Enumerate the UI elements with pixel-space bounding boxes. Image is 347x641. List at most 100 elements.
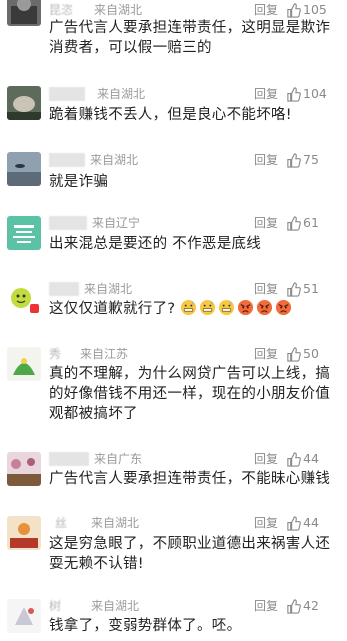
comment-item: 树 来自湖北 回复 42 钱拿了，变弱势群体了。呸。 (0, 596, 347, 641)
comment-item: 来自湖北 回复 104 跪着赚钱不丢人，但是良心不能坏咯! (0, 84, 347, 134)
comment-item: 来自湖北 回复 51 这仅仅道歉就行了? (0, 279, 347, 334)
like-count: 61 (303, 215, 319, 230)
thumbs-up-icon[interactable] (286, 3, 301, 18)
grimace-emoji (218, 299, 235, 316)
username[interactable]: 秀 (49, 347, 75, 361)
username[interactable] (49, 87, 85, 101)
user-avatar[interactable] (7, 516, 41, 550)
comment-line: 的好像借钱不用还一样，现在的小朋友价值 (49, 386, 331, 402)
comment-meta: 来自湖北 回复 75 (49, 152, 339, 170)
thumbs-up-icon[interactable] (286, 599, 301, 614)
username[interactable]: 丝 (49, 516, 91, 530)
location-label: 来自湖北 (91, 599, 140, 613)
grimace-emoji (199, 299, 216, 316)
reply-button[interactable]: 回复 (254, 451, 278, 467)
like-count: 104 (303, 86, 327, 101)
thumbs-up-icon[interactable] (286, 516, 301, 531)
comment-line: 广告代言人要承担连带责任，不能昧心赚钱 (49, 471, 331, 487)
comment-meta: 秀 来自江苏 回复 50 (49, 346, 339, 364)
like-count: 105 (303, 2, 327, 17)
comment-line: 这是穷急眼了，不顾职业道德出来祸害人还 (49, 536, 331, 552)
like-count: 44 (303, 515, 319, 530)
comment-line: 广告代言人要承担连带责任，这明显是欺诈 (49, 20, 331, 36)
like-count: 42 (303, 598, 319, 613)
comment-text: 出来混总是要还的 不作恶是底线 (49, 234, 335, 254)
user-avatar[interactable] (7, 86, 41, 120)
username[interactable] (49, 153, 85, 167)
user-avatar[interactable] (7, 452, 41, 486)
comment-item: 来自辽宁 回复 61 出来混总是要还的 不作恶是底线 (0, 213, 347, 268)
reply-button[interactable]: 回复 (254, 346, 278, 362)
location-label: 来自湖北 (94, 3, 143, 17)
comment-item: 丝 来自湖北 回复 44 这是穷急眼了，不顾职业道德出来祸害人还 耍无赖不认错! (0, 513, 347, 583)
thumbs-up-icon[interactable] (286, 153, 301, 168)
location-label: 来自湖北 (97, 87, 146, 101)
reply-button[interactable]: 回复 (254, 281, 278, 297)
thumbs-up-icon[interactable] (286, 282, 301, 297)
comment-meta: 来自湖北 回复 51 (49, 281, 339, 299)
comment-item: 昆恣 来自湖北 回复 105 广告代言人要承担连带责任，这明显是欺诈 消费者，可… (0, 0, 347, 62)
thumbs-up-icon[interactable] (286, 452, 301, 467)
grimace-emoji (180, 299, 197, 316)
location-label: 来自江苏 (80, 347, 129, 361)
reply-button[interactable]: 回复 (254, 2, 278, 18)
user-avatar[interactable] (7, 599, 41, 633)
user-avatar[interactable] (7, 282, 41, 316)
comment-meta: 来自辽宁 回复 61 (49, 215, 339, 233)
thumbs-up-icon[interactable] (286, 216, 301, 231)
user-avatar[interactable] (7, 0, 41, 26)
comment-text: 这仅仅道歉就行了? (49, 299, 335, 319)
thumbs-up-icon[interactable] (286, 87, 301, 102)
comment-item: 来自广东 回复 44 广告代言人要承担连带责任，不能昧心赚钱 (0, 449, 347, 499)
user-avatar[interactable] (7, 152, 41, 186)
user-avatar[interactable] (7, 347, 41, 381)
like-count: 50 (303, 346, 319, 361)
comment-meta: 树 来自湖北 回复 42 (49, 598, 339, 616)
location-label: 来自湖北 (91, 516, 140, 530)
comment-line: 这仅仅道歉就行了? (49, 301, 176, 317)
comment-text: 广告代言人要承担连带责任，不能昧心赚钱 (49, 469, 335, 489)
like-count: 51 (303, 281, 319, 296)
location-label: 来自广东 (94, 452, 143, 466)
comment-line: 钱拿了，变弱势群体了。呸。 (49, 618, 242, 634)
comment-line: 跪着赚钱不丢人，但是良心不能坏咯! (49, 107, 292, 123)
comment-meta: 来自广东 回复 44 (49, 451, 339, 469)
comment-text: 钱拿了，变弱势群体了。呸。 (49, 616, 335, 636)
location-label: 来自湖北 (84, 282, 133, 296)
comment-feed: 昆恣 来自湖北 回复 105 广告代言人要承担连带责任，这明显是欺诈 消费者，可… (0, 0, 347, 641)
reply-button[interactable]: 回复 (254, 515, 278, 531)
username[interactable]: 树 (49, 599, 85, 613)
comment-item: 秀 来自江苏 回复 50 真的不理解，为什么网贷广告可以上线，搞 的好像借钱不用… (0, 344, 347, 439)
reply-button[interactable]: 回复 (254, 86, 278, 102)
comment-meta: 丝 来自湖北 回复 44 (49, 515, 339, 533)
comment-text: 这是穷急眼了，不顾职业道德出来祸害人还 耍无赖不认错! (49, 534, 335, 574)
reply-button[interactable]: 回复 (254, 598, 278, 614)
username[interactable]: 昆恣 (49, 3, 89, 17)
comment-line: 观都被搞坏了 (49, 406, 138, 422)
comment-text: 真的不理解，为什么网贷广告可以上线，搞 的好像借钱不用还一样，现在的小朋友价值 … (49, 364, 335, 424)
like-count: 44 (303, 451, 319, 466)
user-avatar[interactable] (7, 216, 41, 250)
location-label: 来自湖北 (90, 153, 139, 167)
comment-text: 跪着赚钱不丢人，但是良心不能坏咯! (49, 105, 335, 125)
reply-button[interactable]: 回复 (254, 215, 278, 231)
angry-face-emoji (256, 299, 273, 316)
username[interactable] (49, 452, 89, 466)
comment-meta: 来自湖北 回复 104 (49, 86, 339, 104)
comment-line: 就是诈骗 (49, 174, 109, 190)
like-count: 75 (303, 152, 319, 167)
angry-face-emoji (237, 299, 254, 316)
comment-line: 真的不理解，为什么网贷广告可以上线，搞 (49, 366, 331, 382)
comment-item: 来自湖北 回复 75 就是诈骗 (0, 150, 347, 200)
comment-line: 耍无赖不认错! (49, 556, 144, 572)
thumbs-up-icon[interactable] (286, 347, 301, 362)
comment-text: 广告代言人要承担连带责任，这明显是欺诈 消费者，可以假一赔三的 (49, 18, 335, 58)
reply-button[interactable]: 回复 (254, 152, 278, 168)
comment-line: 消费者，可以假一赔三的 (49, 40, 212, 56)
comment-text: 就是诈骗 (49, 172, 335, 192)
comment-line: 出来混总是要还的 不作恶是底线 (49, 236, 262, 252)
location-label: 来自辽宁 (92, 216, 141, 230)
username[interactable] (49, 282, 79, 296)
username[interactable] (49, 216, 87, 230)
angry-face-emoji (275, 299, 292, 316)
